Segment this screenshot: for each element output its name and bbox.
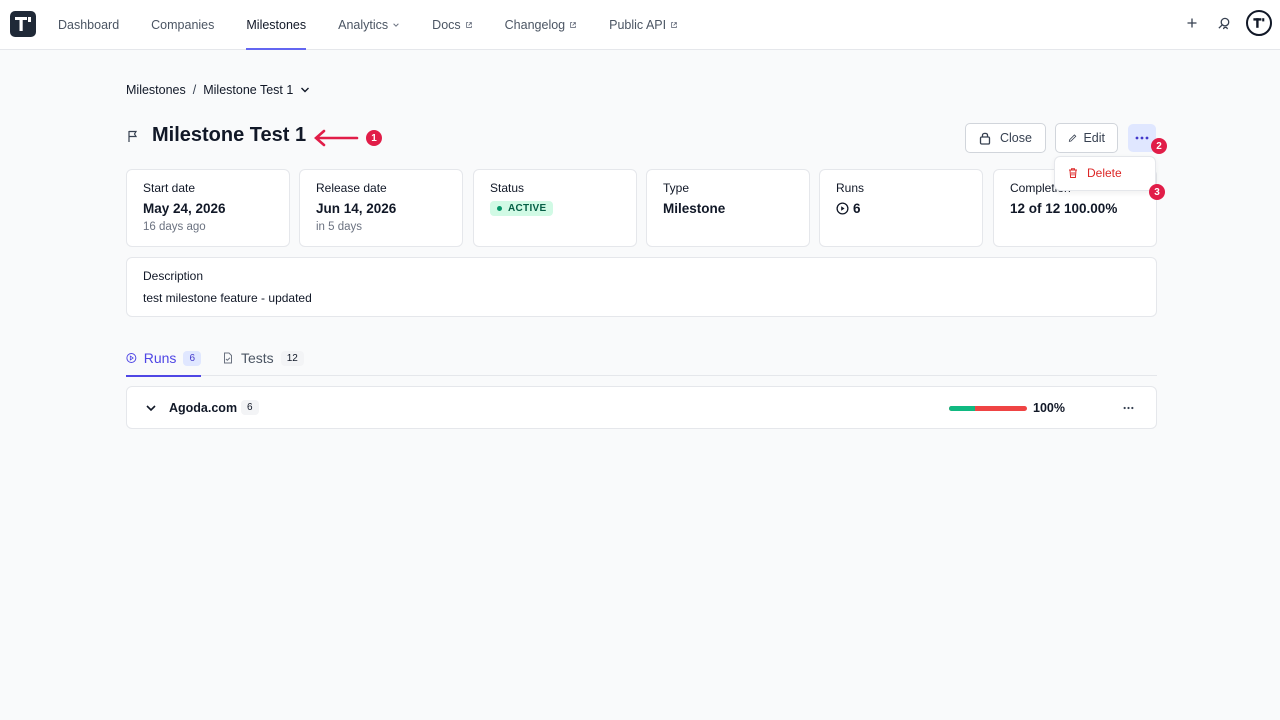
- create-button[interactable]: [1182, 13, 1202, 33]
- external-link-icon: [465, 22, 472, 28]
- nav-item-label: Milestones: [246, 18, 307, 32]
- chevron-down-icon[interactable]: [300, 85, 310, 95]
- nav-item-milestones[interactable]: Milestones: [230, 0, 322, 50]
- more-actions-menu: Delete: [1054, 156, 1156, 191]
- lock-icon: [979, 132, 991, 145]
- runs-value: 6: [853, 201, 861, 216]
- status-dot-icon: [497, 206, 502, 211]
- page-title: Milestone Test 1: [152, 124, 307, 146]
- status-badge-text: ACTIVE: [508, 203, 547, 214]
- chevron-down-icon: [393, 23, 399, 27]
- edit-button-label: Edit: [1083, 131, 1105, 145]
- nav-item-label: Analytics: [338, 18, 389, 32]
- start-date-value: May 24, 2026: [143, 201, 226, 216]
- nav-item-changelog[interactable]: Changelog: [489, 0, 593, 50]
- run-progress-bar: [949, 406, 1027, 411]
- release-date-card: Release date Jun 14, 2026 in 5 days: [299, 169, 463, 247]
- release-date-relative: in 5 days: [316, 221, 363, 233]
- more-horizontal-icon: [1135, 136, 1149, 140]
- nav-item-docs[interactable]: Docs: [416, 0, 488, 50]
- runs-card: Runs 6: [819, 169, 983, 247]
- chevron-down-icon[interactable]: [144, 401, 158, 415]
- progress-passed-segment: [949, 406, 975, 411]
- tab-runs-count: 6: [183, 350, 201, 366]
- row-more-button[interactable]: [1119, 399, 1137, 417]
- more-horizontal-icon: [1123, 406, 1133, 410]
- top-navbar: Dashboard Companies Milestones Analytics…: [0, 0, 1280, 50]
- release-date-label: Release date: [316, 181, 387, 195]
- runs-value-row: 6: [836, 201, 966, 216]
- run-group-count: 6: [241, 400, 259, 415]
- document-icon: [224, 352, 232, 364]
- start-date-label: Start date: [143, 181, 196, 195]
- breadcrumb: Milestones / Milestone Test 1: [126, 83, 310, 97]
- external-link-icon: [671, 22, 677, 28]
- nav-item-label: Public API: [609, 18, 667, 32]
- breadcrumb-milestones-link[interactable]: Milestones: [126, 83, 186, 97]
- runs-label: Runs: [836, 181, 865, 195]
- nav-item-label: Companies: [151, 18, 215, 32]
- completion-value: 12 of 12 100.00%: [1010, 201, 1118, 216]
- flag-icon: [128, 130, 138, 142]
- app-logo[interactable]: [10, 11, 36, 37]
- annotation-badge-1: 1: [366, 130, 382, 146]
- breadcrumb-separator: /: [192, 83, 197, 97]
- logo-icon: [15, 17, 31, 31]
- description-text: test milestone feature - updated: [143, 291, 312, 305]
- avatar[interactable]: [1246, 10, 1272, 36]
- start-date-relative: 16 days ago: [143, 221, 206, 233]
- tab-tests-count: 12: [280, 350, 304, 366]
- status-label: Status: [490, 181, 525, 195]
- top-right-actions: [1182, 10, 1272, 36]
- play-circle-icon: [126, 353, 137, 363]
- tab-tests[interactable]: Tests 12: [222, 340, 304, 376]
- search-user-icon: [1217, 17, 1229, 29]
- nav-item-label: Dashboard: [58, 18, 120, 32]
- run-progress-percent: 100%: [1033, 401, 1065, 415]
- nav-item-dashboard[interactable]: Dashboard: [42, 0, 135, 50]
- search-user-button[interactable]: [1214, 13, 1234, 33]
- tab-runs-label: Runs: [143, 350, 177, 366]
- nav-item-companies[interactable]: Companies: [135, 0, 230, 50]
- tabs-bar: Runs 6 Tests 12: [126, 340, 1157, 377]
- table-row[interactable]: Agoda.com 6 100%: [126, 386, 1157, 429]
- edit-button[interactable]: Edit: [1055, 123, 1118, 153]
- main-nav: Dashboard Companies Milestones Analytics…: [42, 0, 694, 50]
- run-group-name: Agoda.com: [169, 401, 238, 415]
- close-button[interactable]: Close: [965, 123, 1046, 153]
- external-link-icon: [570, 22, 576, 28]
- annotation-badge-2: 2: [1151, 138, 1167, 154]
- description-card: Description test milestone feature - upd…: [126, 257, 1157, 317]
- delete-menu-item[interactable]: Delete: [1063, 164, 1126, 182]
- type-card: Type Milestone: [646, 169, 810, 247]
- delete-menu-item-label: Delete: [1087, 166, 1122, 180]
- status-card: Status ACTIVE: [473, 169, 637, 247]
- status-badge: ACTIVE: [490, 201, 554, 216]
- page-title-row: Milestone Test 1: [126, 124, 306, 147]
- pencil-icon: [1068, 134, 1077, 142]
- start-date-card: Start date May 24, 2026 16 days ago: [126, 169, 290, 247]
- type-label: Type: [663, 181, 690, 195]
- tab-runs[interactable]: Runs 6: [126, 340, 201, 377]
- nav-item-label: Docs: [432, 18, 461, 32]
- type-value: Milestone: [663, 201, 726, 216]
- annotation-badge-3: 3: [1149, 184, 1165, 200]
- release-date-value: Jun 14, 2026: [316, 201, 397, 216]
- trash-icon: [1069, 168, 1077, 178]
- breadcrumb-current[interactable]: Milestone Test 1: [203, 83, 293, 97]
- play-circle-icon: [836, 202, 849, 215]
- nav-item-analytics[interactable]: Analytics: [322, 0, 416, 50]
- nav-item-public-api[interactable]: Public API: [593, 0, 694, 50]
- avatar-icon: [1253, 18, 1265, 28]
- plus-icon: [1187, 18, 1197, 28]
- tab-tests-label: Tests: [241, 350, 274, 366]
- description-label: Description: [143, 269, 204, 283]
- nav-item-label: Changelog: [504, 18, 566, 32]
- close-button-label: Close: [1000, 131, 1032, 145]
- arrow-left-icon: [314, 129, 359, 147]
